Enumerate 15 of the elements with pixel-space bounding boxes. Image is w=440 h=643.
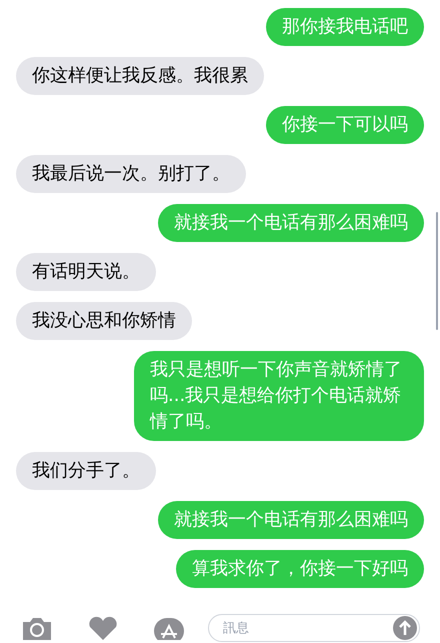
sent-message-bubble: 那你接我电话吧 (266, 8, 424, 46)
message-field[interactable]: 訊息 (208, 614, 420, 642)
received-message-bubble: 你这样便让我反感。我很累 (16, 57, 264, 95)
received-message-bubble: 我最后说一次。别打了。 (16, 155, 246, 193)
received-message-bubble: 我们分手了。 (16, 452, 156, 490)
send-icon[interactable] (393, 616, 417, 640)
received-message-bubble: 有话明天说。 (16, 253, 156, 291)
sent-message-bubble: 你接一下可以吗 (266, 106, 424, 144)
sent-message-bubble: 就接我一个电话有那么困难吗 (158, 204, 424, 242)
app-store-icon[interactable] (152, 616, 186, 640)
sent-message-bubble: 我只是想听一下你声音就矫情了吗...我只是想给你打个电话就矫情了吗。 (134, 351, 424, 441)
camera-icon[interactable] (20, 616, 54, 640)
sent-message-bubble: 就接我一个电话有那么困难吗 (158, 501, 424, 539)
sent-message-bubble: 算我求你了，你接一下好吗 (176, 550, 424, 588)
received-message-bubble: 我没心思和你矫情 (16, 302, 192, 340)
